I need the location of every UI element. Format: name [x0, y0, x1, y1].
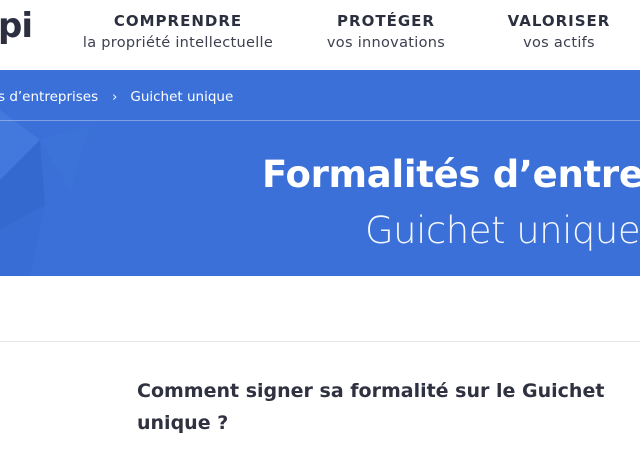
nav-item-comprendre[interactable]: COMPRENDRE la propriété intellectuelle — [64, 11, 292, 55]
nav-item-title: COMPRENDRE — [113, 12, 243, 30]
breadcrumb-current: Guichet unique — [130, 89, 234, 105]
breadcrumb: s d’entreprises › Guichet unique — [0, 87, 233, 107]
hero-banner: s d’entreprises › Guichet unique Formalité… — [0, 70, 640, 276]
nav-item-valoriser[interactable]: VALORISER vos actifs — [505, 11, 613, 55]
article-heading: Comment signer sa formalité sur le Guich… — [137, 380, 605, 434]
nav-item-subtitle: la propriété intellectuelle — [82, 35, 274, 51]
hero-divider — [0, 120, 640, 121]
page-title: Formalités d’entrep — [262, 153, 640, 196]
site-logo[interactable]: pi — [0, 6, 33, 46]
breadcrumb-chevron-icon: › — [112, 90, 118, 105]
nav-item-title: PROTÉGER — [337, 12, 435, 30]
nav-item-subtitle: vos actifs — [523, 35, 595, 51]
nav-item-proteger[interactable]: PROTÉGER vos innovations — [320, 11, 452, 55]
nav-item-subtitle: vos innovations — [326, 35, 446, 51]
site-header: pi COMPRENDRE la propriété intellectuell… — [0, 0, 640, 70]
page-subtitle: Guichet unique — [365, 209, 640, 252]
content-divider — [0, 341, 640, 342]
nav-item-title: VALORISER — [507, 12, 611, 30]
breadcrumb-parent-link[interactable]: s d’entreprises — [0, 89, 98, 105]
